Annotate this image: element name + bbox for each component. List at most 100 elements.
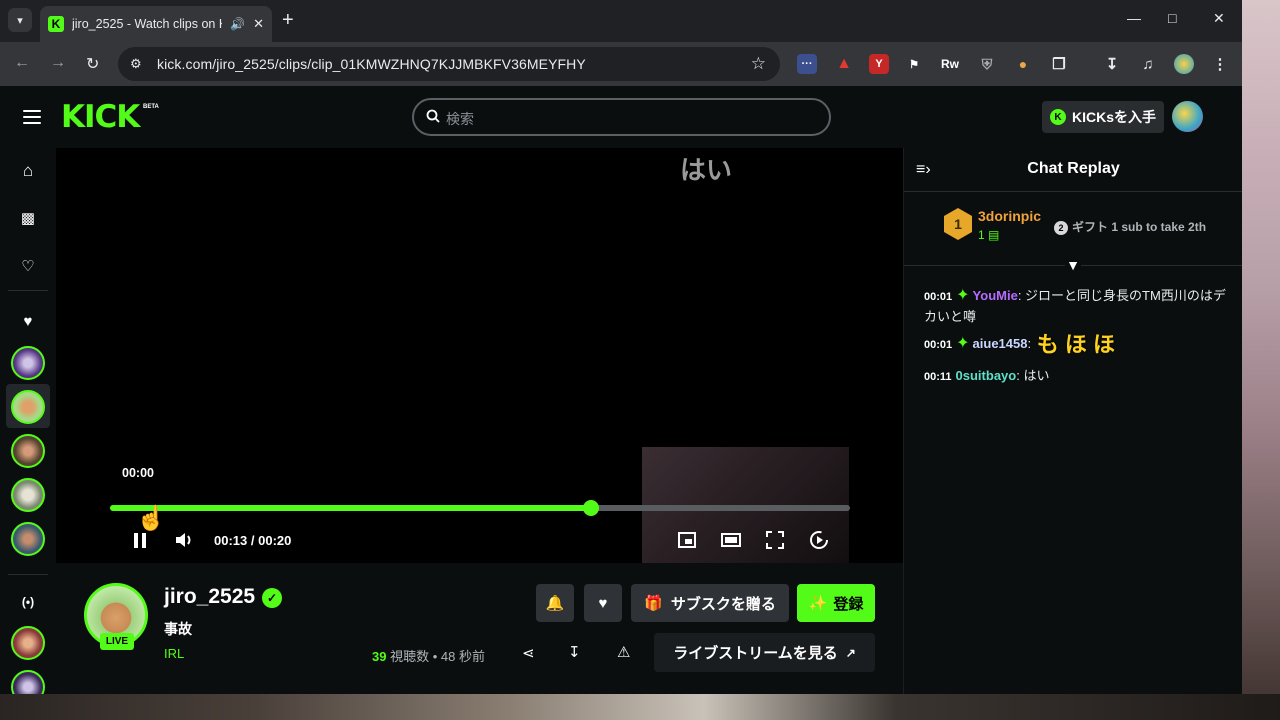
following-heart-icon[interactable]: ♥ [18,312,38,332]
gift-target: 2 ギフト 1 sub to take 2th [1054,218,1206,235]
search-placeholder: 検索 [446,111,474,127]
sidebar-channel-avatar[interactable] [11,626,45,660]
bookmark-star-icon[interactable]: ☆ [751,54,766,74]
sparkle-icon: ✨ [808,595,828,612]
search-input[interactable]: 検索 [412,98,831,136]
gift-target-text: ギフト 1 sub to take 2th [1072,220,1207,234]
live-badge: LIVE [100,633,134,650]
subscriber-badge-icon: ✦ [956,287,970,304]
profile-avatar-icon[interactable] [1174,54,1194,74]
video-player[interactable]: はい 00:00 ☝ 00:13 / 00:20 [56,148,903,563]
share-icon[interactable]: ⋖ [522,644,535,662]
download-clip-icon[interactable]: ↧ [568,643,581,661]
address-bar[interactable]: ⚙ kick.com/jiro_2525/clips/clip_01KMWZHN… [118,47,780,81]
view-stats: 39 視聴数 • 48 秒前 [372,646,485,665]
left-sidebar: ⌂ ▩ ♡ ♥ (•) [0,148,56,694]
mail-extension-icon[interactable]: Y [869,54,889,74]
theater-mode-icon[interactable] [720,529,742,551]
following-heart-outline-icon[interactable]: ♡ [18,257,38,277]
browser-tab-active[interactable]: K jiro_2525 - Watch clips on K 🔊 ✕ [40,6,272,42]
gift-box-icon: ▤ [988,228,1000,242]
reload-icon[interactable]: ↻ [86,54,99,74]
notification-bell-button[interactable]: 🔔 [536,584,574,622]
site-settings-icon[interactable]: ⚙ [130,56,146,72]
pause-icon[interactable] [129,529,151,551]
subscribe-button[interactable]: ✨ 登録 [797,584,875,622]
new-tab-plus-icon[interactable]: + [282,10,294,30]
tab-close-icon[interactable]: ✕ [253,16,264,32]
puzzle-extensions-icon[interactable]: ❐ [1049,54,1069,74]
subscribe-label: 登録 [833,595,864,613]
pdf-extension-icon[interactable]: ▲ [834,54,854,74]
dot-separator: • [432,649,438,664]
view-count: 39 [372,649,387,664]
live-broadcast-icon[interactable]: (•) [18,592,38,612]
views-label: 視聴数 [390,649,430,664]
speaker-icon[interactable]: 🔊 [230,17,245,31]
shield-extension-icon[interactable]: ⛨ [977,54,997,74]
time-separator: / [250,533,255,548]
leaderboard-user[interactable]: 3dorinpic [978,208,1041,224]
message-username[interactable]: aiue1458 [973,336,1028,351]
gift-icon: 🎁 [644,595,663,612]
forward-arrow-icon[interactable]: → [50,54,66,72]
chat-title: Chat Replay [1027,160,1120,177]
autoplay-icon[interactable] [808,529,830,551]
gift-count: 1 ▤ [978,228,999,242]
user-avatar[interactable] [1172,101,1203,132]
extension-dots-icon[interactable]: ··· [797,54,817,74]
desktop-background-bottom [0,694,1280,720]
time-display: 00:13 / 00:20 [214,533,291,548]
kick-favicon-icon: K [48,16,64,32]
progress-fill [110,505,591,511]
progress-bar[interactable] [110,500,850,516]
pin-extension-icon[interactable]: ⚑ [904,54,924,74]
report-warning-icon[interactable]: ⚠ [617,643,630,661]
search-icon [426,109,440,123]
browse-icon[interactable]: ▩ [18,209,38,229]
sidebar-channel-avatar[interactable] [11,670,45,694]
home-icon[interactable]: ⌂ [18,161,38,181]
url-text[interactable]: kick.com/jiro_2525/clips/clip_01KMWZHNQ7… [157,56,586,72]
message-username[interactable]: 0suitbayo [956,368,1017,383]
volume-icon[interactable] [173,529,195,551]
site-header: KICK BETA 検索 K KICKsを入手 [0,86,1242,148]
mini-player-icon[interactable] [676,529,698,551]
minimize-icon[interactable]: — [1127,10,1141,26]
rw-extension-icon[interactable]: Rw [940,54,960,74]
current-time: 00:13 [214,533,248,548]
follow-heart-button[interactable]: ♥ [584,584,622,622]
window-close-icon[interactable]: ✕ [1213,10,1225,27]
acorn-extension-icon[interactable]: ● [1013,54,1033,74]
tab-search-chevron-icon[interactable]: ▾ [8,8,32,32]
channel-info: LIVE jiro_2525 ✓ 事故 IRL 39 視聴数 • 48 秒前 🔔… [56,563,903,694]
chat-message: 00:01 ✦ YouMie: ジローと同じ身長のTM西川のはデカいと噂 [924,287,1226,324]
menu-hamburger-icon[interactable] [23,110,41,124]
sidebar-channel-avatar[interactable] [11,434,45,468]
browser-window: ▾ K jiro_2525 - Watch clips on K 🔊 ✕ + —… [0,0,1242,694]
maximize-icon[interactable]: □ [1168,10,1176,26]
category-link[interactable]: IRL [164,646,184,661]
progress-knob[interactable] [583,500,599,516]
gift-sub-button[interactable]: 🎁 サブスクを贈る [631,584,789,622]
sidebar-divider [8,290,48,291]
sidebar-channel-avatar[interactable] [11,478,45,512]
download-icon[interactable]: ↧ [1102,54,1122,74]
message-time: 00:11 [924,371,952,383]
expand-chevron-icon[interactable]: ▼ [1065,258,1081,272]
media-control-icon[interactable]: ♫ [1138,54,1158,74]
sidebar-channel-avatar[interactable] [11,346,45,380]
message-username[interactable]: YouMie [973,288,1018,303]
get-kicks-button[interactable]: K KICKsを入手 [1042,101,1164,133]
watch-livestream-button[interactable]: ライブストリームを見る ↗ [654,633,875,672]
sidebar-channel-avatar[interactable] [11,390,45,424]
emote: も ほ ほ [1036,332,1115,358]
hover-time-tooltip: 00:00 [122,466,154,480]
browser-menu-icon[interactable]: ⋮ [1210,54,1230,74]
channel-name[interactable]: jiro_2525 [164,585,255,609]
back-arrow-icon[interactable]: ← [14,54,30,72]
tab-bar: ▾ K jiro_2525 - Watch clips on K 🔊 ✕ + —… [0,0,1242,42]
fullscreen-icon[interactable] [764,529,786,551]
sidebar-channel-avatar[interactable] [11,522,45,556]
kick-logo[interactable]: KICK [61,102,140,133]
